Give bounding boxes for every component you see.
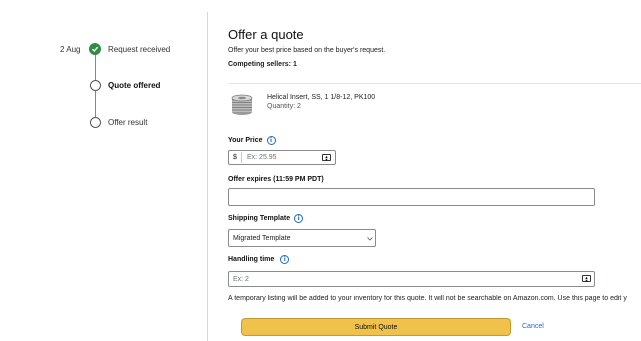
- handling-label: Handling time i: [228, 255, 290, 264]
- competing-sellers: Competing sellers: 1: [228, 61, 297, 68]
- price-stepper-icon[interactable]: ▲ ▼: [322, 154, 331, 161]
- step-quote-offered: Quote offered: [108, 81, 161, 90]
- step-circle-icon: [90, 80, 101, 91]
- temporary-listing-notice: A temporary listing will be added to you…: [228, 295, 627, 302]
- price-placeholder: Ex: 25.95: [247, 154, 277, 161]
- step-offer-result: Offer result: [108, 118, 148, 127]
- info-icon[interactable]: i: [294, 214, 304, 223]
- product-quantity: Quantity: 2: [267, 103, 301, 110]
- price-label-text: Your Price: [228, 137, 263, 144]
- shipping-template-select[interactable]: Migrated Template: [228, 229, 376, 247]
- panel-divider: [207, 12, 208, 341]
- shipping-label: Shipping Template i: [228, 214, 304, 223]
- chevron-down-icon: [367, 237, 373, 241]
- step-done-check-icon: [89, 43, 101, 55]
- section-divider: [228, 83, 641, 84]
- info-icon[interactable]: i: [266, 136, 276, 145]
- info-icon[interactable]: i: [280, 255, 290, 264]
- submit-quote-button[interactable]: Submit Quote: [241, 318, 511, 336]
- timeline-date: 2 Aug: [60, 45, 81, 54]
- step-circle-icon: [90, 117, 101, 128]
- handling-placeholder: Ex: 2: [233, 276, 249, 283]
- page-title: Offer a quote: [228, 27, 304, 42]
- expires-label: Offer expires (11:59 PM PDT): [228, 176, 324, 183]
- price-label: Your Price i: [228, 136, 276, 145]
- shipping-selected-value: Migrated Template: [233, 235, 291, 242]
- step-request-received: Request received: [108, 45, 171, 54]
- helical-insert-image: [229, 92, 255, 116]
- currency-separator: [241, 152, 242, 163]
- currency-symbol: $: [233, 154, 237, 161]
- handling-time-input[interactable]: Ex: 2 ▲ ▼: [228, 271, 595, 287]
- price-input[interactable]: $ Ex: 25.95 ▲ ▼: [228, 150, 336, 165]
- product-name: Helical Insert, SS, 1 1/8-12, PK100: [267, 94, 376, 101]
- expires-input[interactable]: [228, 188, 595, 206]
- expires-label-text: Offer expires (11:59 PM PDT): [228, 176, 324, 183]
- cancel-link[interactable]: Cancel: [522, 323, 544, 330]
- handling-stepper-icon[interactable]: ▲ ▼: [582, 275, 591, 282]
- shipping-label-text: Shipping Template: [228, 215, 291, 222]
- handling-label-text: Handling time: [228, 256, 275, 263]
- page-subtitle: Offer your best price based on the buyer…: [228, 47, 386, 54]
